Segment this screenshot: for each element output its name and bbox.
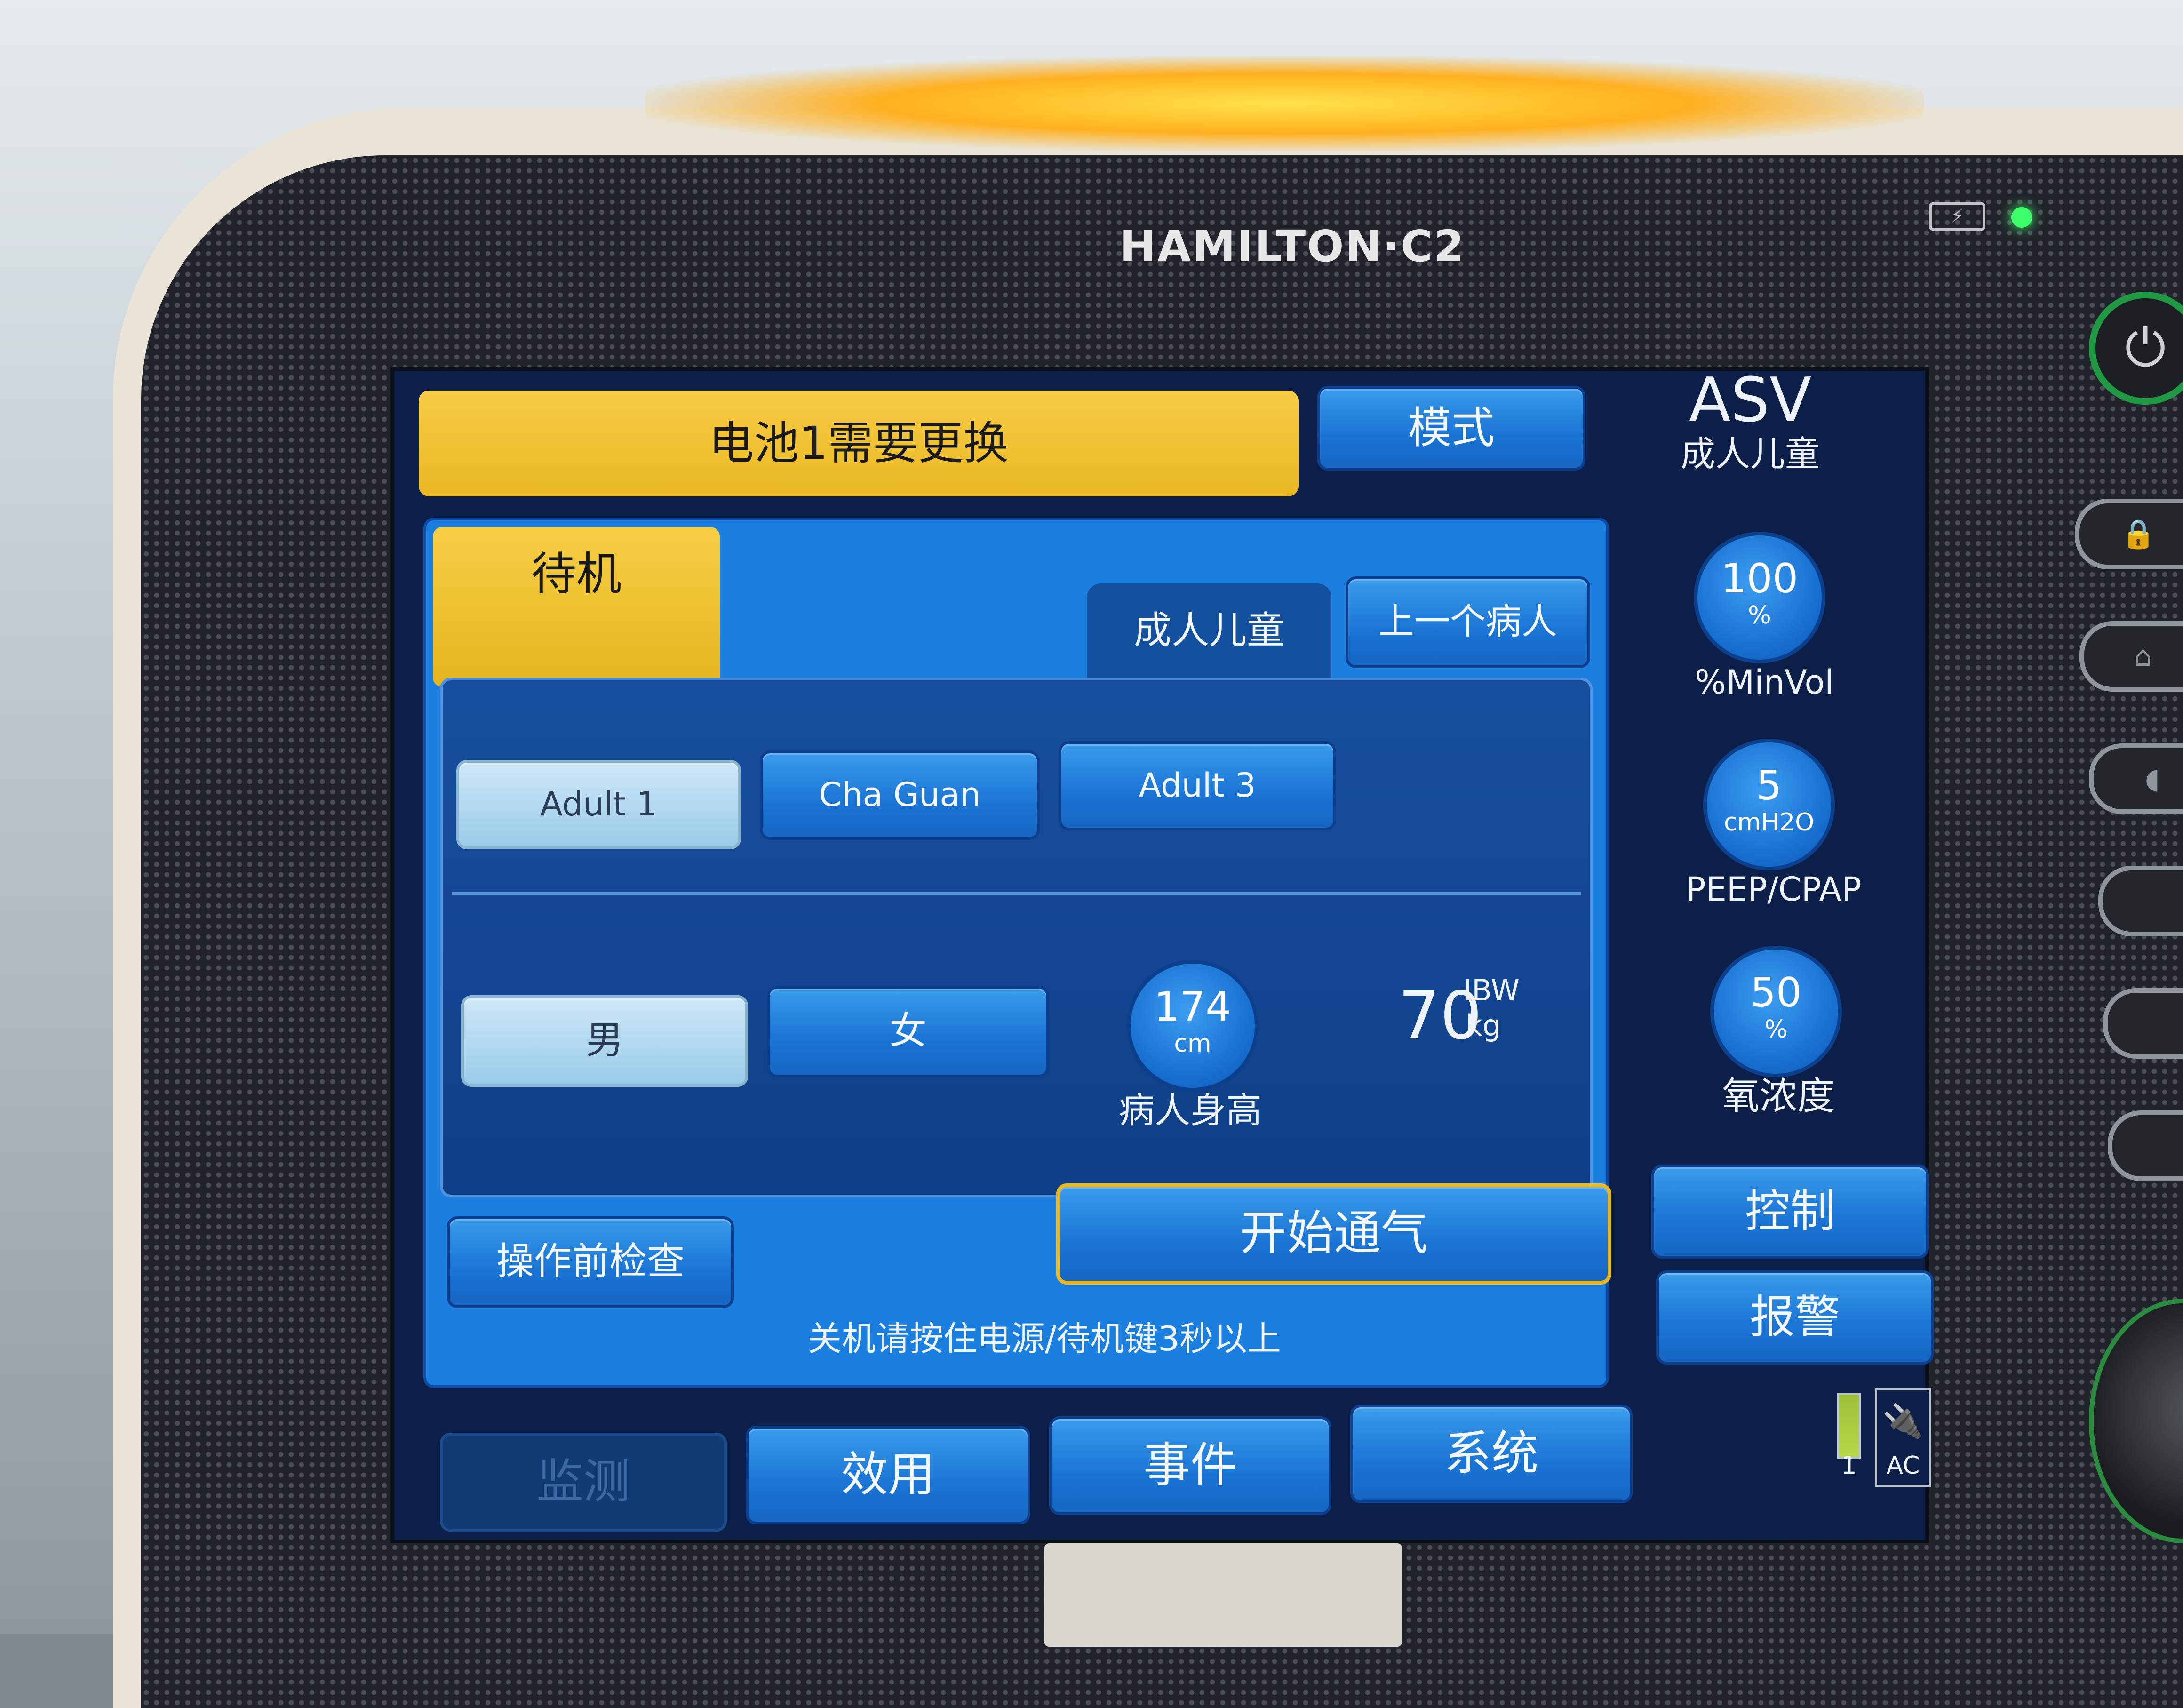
paper-label	[1044, 1543, 1402, 1647]
tab-last-patient[interactable]: 上一个病人	[1346, 576, 1590, 668]
battery-number: 1	[1841, 1452, 1857, 1480]
preset-adult-3-button[interactable]: Adult 3	[1059, 741, 1336, 830]
peep-control[interactable]: 5 cmH2O	[1703, 739, 1835, 870]
patient-height-control[interactable]: 174 cm	[1127, 960, 1259, 1092]
minvol-label: %MinVol	[1695, 663, 1834, 702]
battery-level-indicator	[1837, 1393, 1861, 1459]
alarm-message-bar[interactable]: 电池1需要更换	[419, 391, 1299, 496]
ibw-label: IBW	[1463, 973, 1520, 1007]
tab-events[interactable]: 事件	[1049, 1416, 1331, 1515]
side-key-6[interactable]	[2108, 1110, 2183, 1181]
lung-icon[interactable]: ◖	[2089, 743, 2183, 814]
oxygen-unit: %	[1764, 1015, 1788, 1044]
side-key-5[interactable]	[2103, 988, 2183, 1059]
alarms-button[interactable]: 报警	[1656, 1270, 1934, 1365]
current-mode: ASV	[1689, 364, 1812, 436]
peep-unit: cmH2O	[1723, 808, 1815, 837]
shutdown-hint: 关机请按住电源/待机键3秒以上	[807, 1319, 1282, 1358]
device-logo: HAMILTON·C2	[1120, 221, 1466, 271]
minvol-value: 100	[1721, 555, 1799, 602]
height-label: 病人身高	[1119, 1089, 1262, 1131]
plug-icon: 🔌	[1882, 1402, 1924, 1440]
ac-label: AC	[1886, 1452, 1920, 1480]
standby-status: 待机	[433, 527, 720, 687]
patient-group: 成人儿童	[1681, 434, 1820, 474]
height-unit: cm	[1174, 1030, 1211, 1058]
preset-cha-guan-button[interactable]: Cha Guan	[760, 750, 1040, 840]
peep-label: PEEP/CPAP	[1686, 870, 1862, 909]
peep-value: 5	[1756, 762, 1782, 809]
battery-icon: ⚡	[1929, 202, 1985, 231]
height-value: 174	[1154, 983, 1232, 1030]
controls-button[interactable]: 控制	[1651, 1165, 1929, 1259]
minvol-unit: %	[1748, 601, 1771, 630]
status-led-icon	[2011, 207, 2032, 228]
side-key-4[interactable]	[2098, 866, 2183, 936]
oxygen-label: 氧浓度	[1722, 1074, 1835, 1118]
sex-female-button[interactable]: 女	[767, 986, 1049, 1077]
tab-adult-pediatric[interactable]: 成人儿童	[1087, 583, 1331, 687]
tab-utilities[interactable]: 效用	[746, 1426, 1030, 1524]
oxygen-value: 50	[1750, 969, 1802, 1016]
tab-monitoring[interactable]: 监测	[440, 1433, 727, 1532]
pre-operation-check-button[interactable]: 操作前检查	[447, 1216, 734, 1308]
start-ventilation-button[interactable]: 开始通气	[1056, 1183, 1611, 1285]
mode-button[interactable]: 模式	[1317, 386, 1585, 471]
alarm-lamp	[645, 56, 1924, 151]
oxygen-control[interactable]: 50 %	[1710, 946, 1842, 1077]
sex-male-button[interactable]: 男	[461, 995, 748, 1087]
lock-icon[interactable]: 🔒	[2075, 499, 2183, 569]
preset-adult-1-button[interactable]: Adult 1	[456, 760, 741, 849]
divider	[452, 892, 1581, 895]
minvol-control[interactable]: 100 %	[1694, 532, 1825, 663]
tab-system[interactable]: 系统	[1350, 1405, 1633, 1503]
ibw-unit: kg	[1466, 1008, 1501, 1043]
home-o2-icon[interactable]: ⌂	[2079, 621, 2183, 692]
